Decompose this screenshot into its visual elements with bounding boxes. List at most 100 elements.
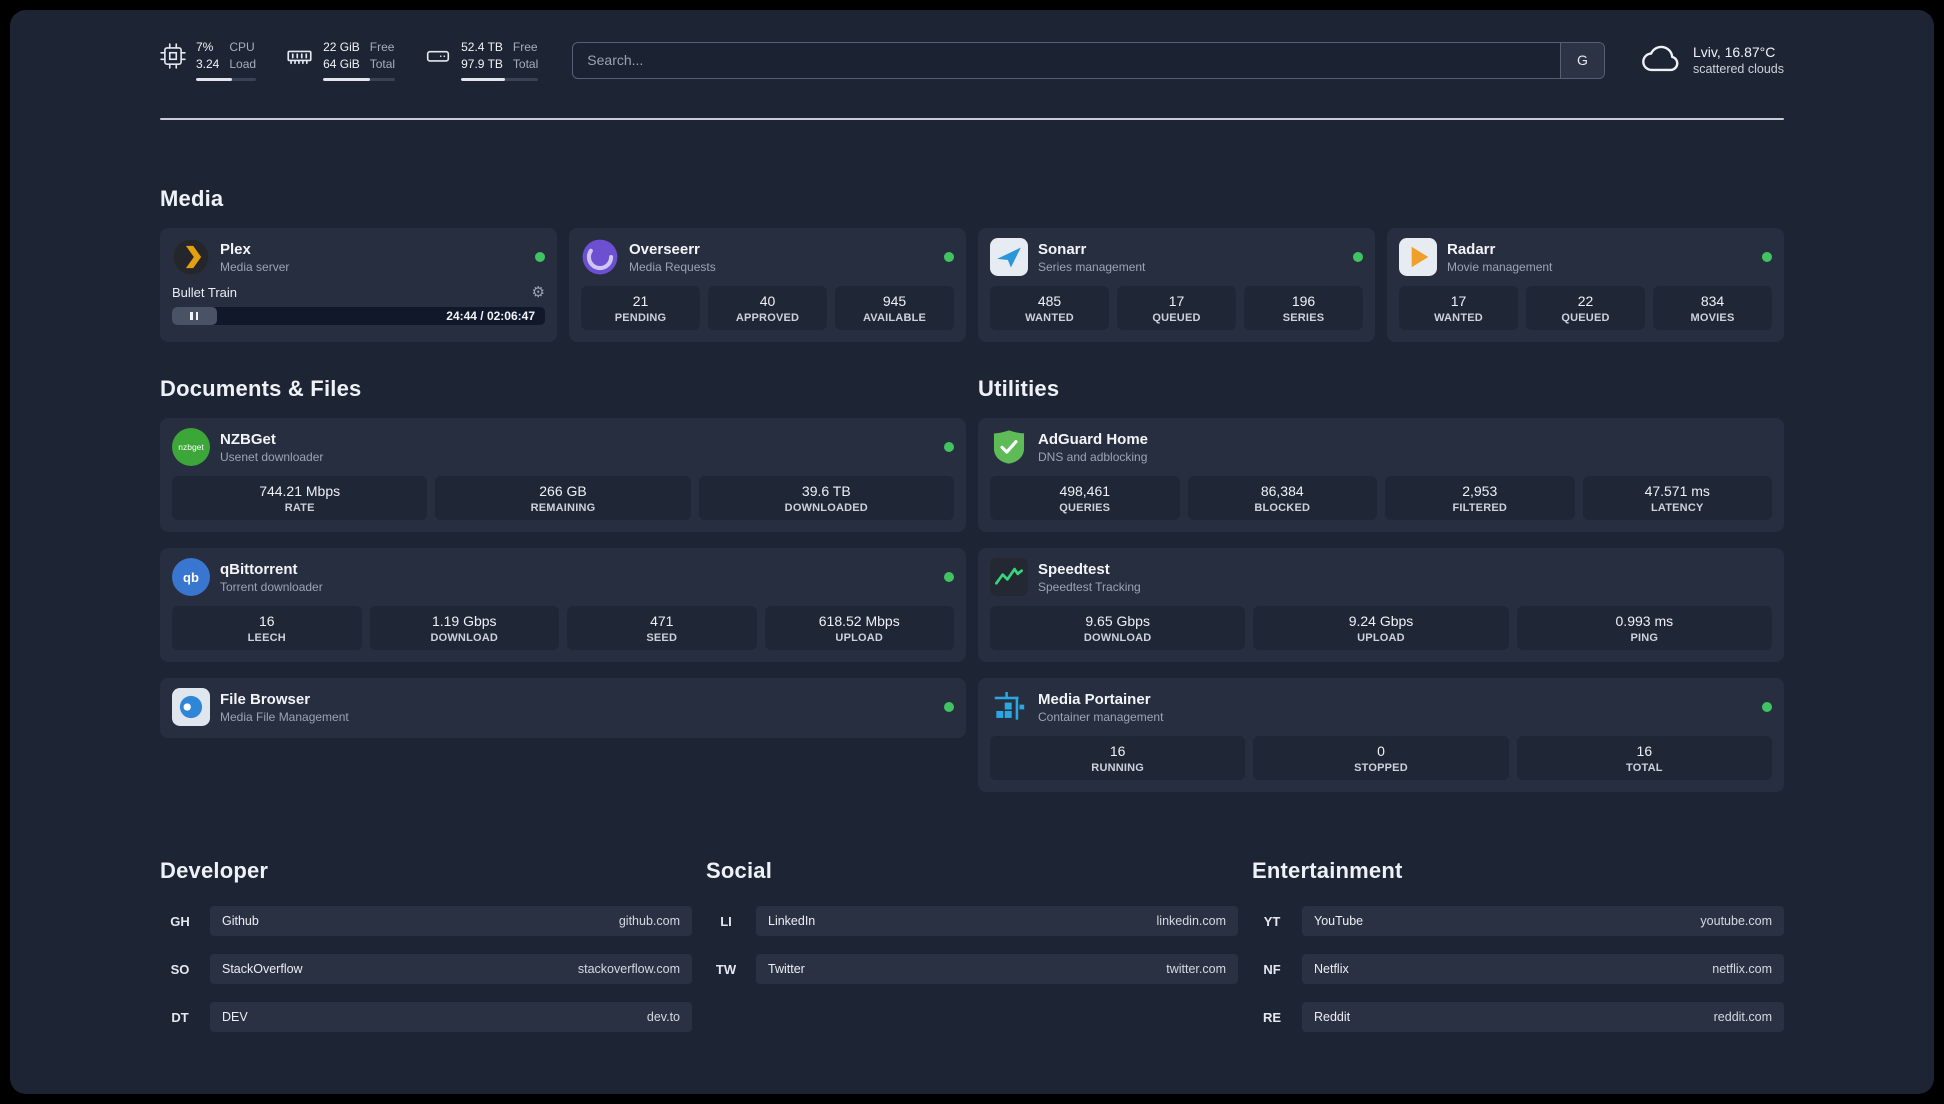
stat-label: UPLOAD: [835, 632, 884, 644]
section-utilities: Utilities AdGuard Home DNS and adblockin…: [978, 376, 1784, 792]
now-playing-title: Bullet Train: [172, 285, 238, 300]
stat-label: UPLOAD: [1357, 632, 1405, 644]
speedtest-icon: [990, 558, 1028, 596]
bookmark-link[interactable]: Netflix netflix.com: [1302, 954, 1784, 984]
stat-label: SERIES: [1282, 312, 1325, 324]
cpu-label-1: CPU: [229, 40, 255, 55]
stat-box: 618.52 Mbps UPLOAD: [764, 606, 954, 650]
bookmark-link[interactable]: Reddit reddit.com: [1302, 1002, 1784, 1032]
stat-label: FILTERED: [1452, 502, 1508, 514]
card-adguard[interactable]: AdGuard Home DNS and adblocking 498,461 …: [978, 418, 1784, 532]
bookmark-link[interactable]: StackOverflow stackoverflow.com: [210, 954, 692, 984]
stat-box: 39.6 TB DOWNLOADED: [698, 476, 954, 520]
stat-value: 86,384: [1260, 483, 1304, 499]
disk-progress-track: [461, 77, 539, 81]
ram-total-value: 64 GiB: [323, 57, 360, 71]
status-dot: [944, 442, 954, 452]
stat-value: 485: [1037, 293, 1062, 309]
radarr-icon: [1399, 238, 1437, 276]
bookmark-netflix: NF Netflix netflix.com: [1252, 954, 1784, 984]
status-dot: [1353, 252, 1363, 262]
search-input[interactable]: [573, 42, 1560, 78]
bookmark-link[interactable]: DEV dev.to: [210, 1002, 692, 1032]
stat-value: 498,461: [1059, 483, 1111, 499]
filebrowser-icon: [172, 688, 210, 726]
app-name: Overseerr: [629, 240, 700, 258]
stat-label: APPROVED: [735, 312, 800, 324]
card-overseerr[interactable]: Overseerr Media Requests 21 PENDING 40 A…: [569, 228, 966, 342]
system-widgets: 7% 3.24 CPU Load 22 GiB 64 GiB Free Tota…: [160, 39, 539, 81]
card-speedtest[interactable]: Speedtest Speedtest Tracking 9.65 Gbps D…: [978, 548, 1784, 662]
stat-label: LEECH: [247, 632, 286, 644]
weather-widget: Lviv, 16.87°C scattered clouds: [1639, 36, 1784, 85]
player-progressbar[interactable]: 24:44 / 02:06:47: [172, 307, 545, 325]
card-qbittorrent[interactable]: qb qBittorrent Torrent downloader 16 LEE…: [160, 548, 966, 662]
stat-value: 0.993 ms: [1615, 613, 1674, 629]
bookmark-link[interactable]: Twitter twitter.com: [756, 954, 1238, 984]
status-dot: [535, 252, 545, 262]
app-subtitle: Series management: [1038, 259, 1146, 274]
bookmark-url: youtube.com: [1700, 914, 1772, 928]
adguard-icon: [990, 428, 1028, 466]
card-nzbget[interactable]: nzbget NZBGet Usenet downloader 744.21 M…: [160, 418, 966, 532]
stat-value: 945: [882, 293, 907, 309]
stat-box: 47.571 ms LATENCY: [1582, 476, 1772, 520]
bookmark-twitter: TW Twitter twitter.com: [706, 954, 1238, 984]
section-social: Social LI LinkedIn linkedin.com TW Twitt…: [706, 858, 1238, 1002]
stat-box: 17 WANTED: [1399, 286, 1518, 330]
app-name: File Browser: [220, 690, 311, 708]
app-name: AdGuard Home: [1038, 430, 1149, 448]
topbar: 7% 3.24 CPU Load 22 GiB 64 GiB Free Tota…: [160, 32, 1784, 88]
dashboard: 7% 3.24 CPU Load 22 GiB 64 GiB Free Tota…: [10, 10, 1934, 1094]
stat-value: 9.24 Gbps: [1348, 613, 1414, 629]
bookmark-link[interactable]: YouTube youtube.com: [1302, 906, 1784, 936]
overseerr-icon: [581, 238, 619, 276]
stat-box: 9.65 Gbps DOWNLOAD: [990, 606, 1246, 650]
ram-progress-fill: [323, 77, 370, 81]
stat-value: 9.65 Gbps: [1085, 613, 1150, 629]
stat-value: 16: [1109, 743, 1126, 759]
bookmark-abbr: DT: [171, 1009, 189, 1025]
card-portainer[interactable]: Media Portainer Container management 16 …: [978, 678, 1784, 792]
bookmark-url: twitter.com: [1166, 962, 1226, 976]
stat-value: 266 GB: [539, 483, 587, 499]
stat-value: 744.21 Mbps: [259, 483, 341, 499]
card-radarr[interactable]: Radarr Movie management 17 WANTED 22 QUE…: [1387, 228, 1784, 342]
card-filebrowser[interactable]: File Browser Media File Management: [160, 678, 966, 738]
section-title-social: Social: [706, 858, 773, 883]
app-name: Sonarr: [1038, 240, 1087, 258]
bookmark-url: dev.to: [646, 1010, 680, 1024]
stat-label: PENDING: [614, 312, 667, 324]
cloud-icon: [1639, 36, 1683, 85]
search-bar: G: [572, 41, 1605, 79]
nzbget-icon: nzbget: [172, 428, 210, 466]
search-engine-button[interactable]: G: [1559, 42, 1604, 78]
stat-box: 16 RUNNING: [990, 736, 1246, 780]
ram-progress-track: [323, 77, 396, 81]
status-dot: [1762, 702, 1772, 712]
bookmark-reddit: RE Reddit reddit.com: [1252, 1002, 1784, 1032]
stat-label: AVAILABLE: [862, 312, 927, 324]
app-name: Plex: [220, 240, 251, 258]
plex-now-playing: Bullet Train ⚙ 24:44 / 02:06:47: [172, 285, 545, 325]
stat-box: 22 QUEUED: [1526, 286, 1645, 330]
bookmark-name: YouTube: [1314, 914, 1364, 928]
cpu-icon: [160, 39, 186, 69]
stat-box: 485 WANTED: [990, 286, 1109, 330]
stat-label: DOWNLOADED: [784, 502, 868, 514]
weather-condition: scattered clouds: [1692, 62, 1784, 76]
stat-box: 0 STOPPED: [1253, 736, 1509, 780]
pause-button[interactable]: [172, 307, 217, 325]
bookmark-link[interactable]: LinkedIn linkedin.com: [756, 906, 1238, 936]
cpu-load-value: 3.24: [196, 57, 220, 71]
section-documents: Documents & Files nzbget NZBGet Usenet d…: [160, 376, 966, 738]
app-subtitle: Movie management: [1447, 259, 1553, 274]
status-dot: [944, 702, 954, 712]
stat-label: QUEUED: [1152, 312, 1201, 324]
bookmark-link[interactable]: Github github.com: [210, 906, 692, 936]
cpu-progress-track: [196, 77, 257, 81]
card-plex[interactable]: Plex Media server Bullet Train ⚙ 24:44 /…: [160, 228, 557, 342]
section-title-media: Media: [160, 186, 224, 211]
card-sonarr[interactable]: Sonarr Series management 485 WANTED 17 Q…: [978, 228, 1375, 342]
settings-gear-icon[interactable]: ⚙: [532, 285, 545, 300]
